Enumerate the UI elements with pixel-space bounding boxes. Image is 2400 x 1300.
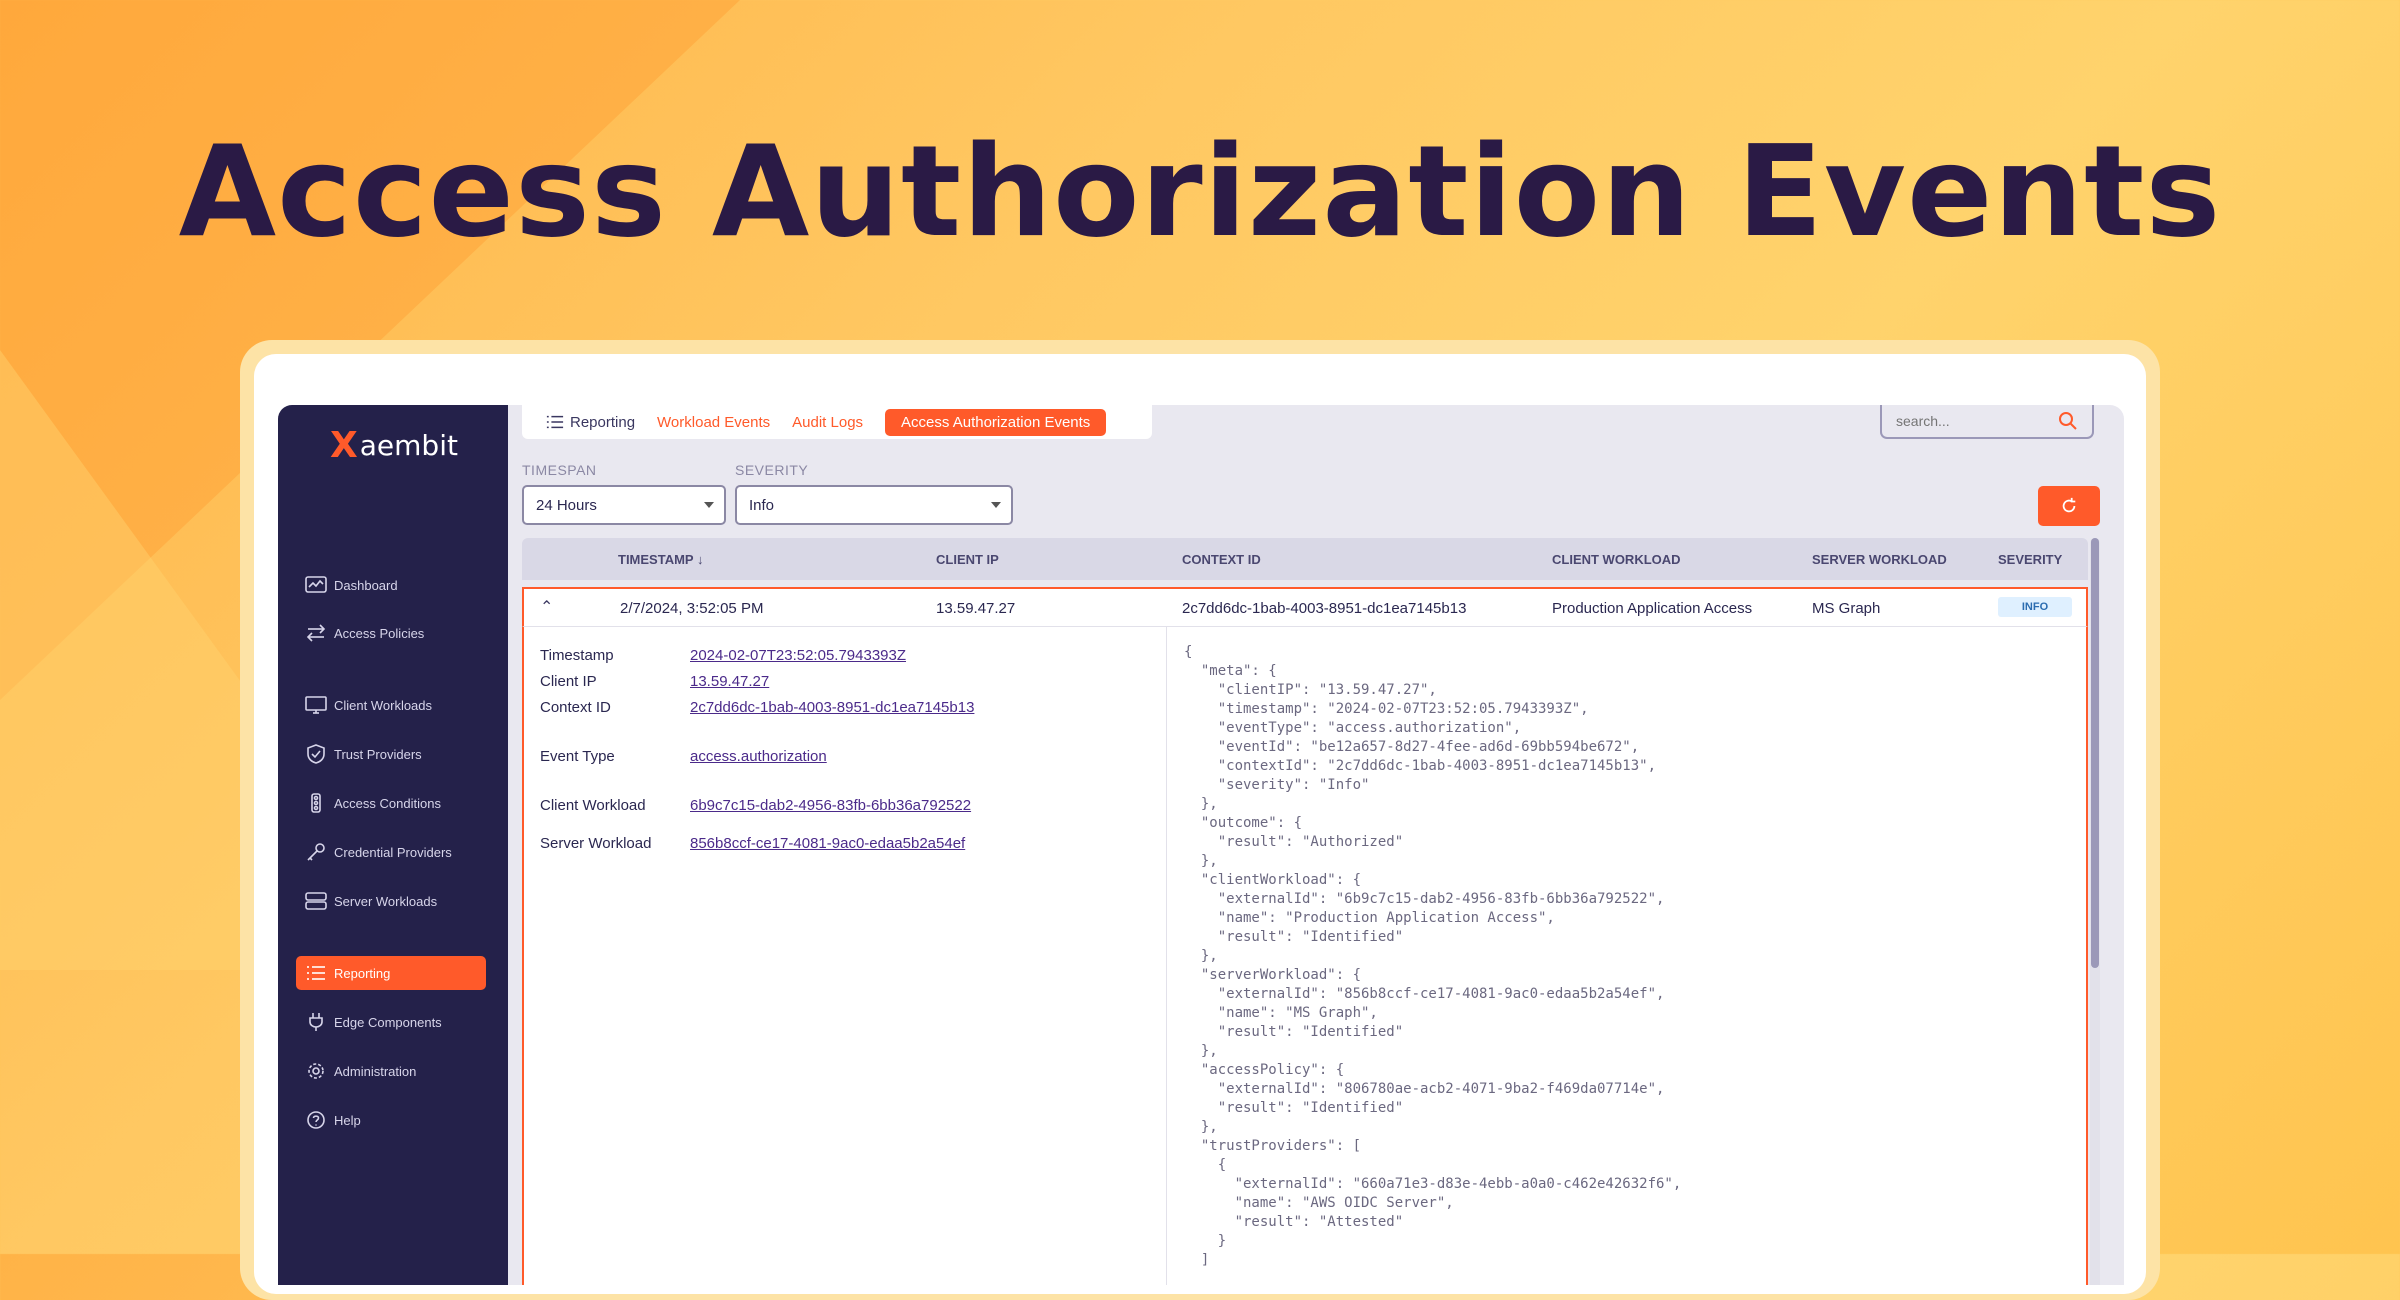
column-header-context-id[interactable]: CONTEXT ID: [1182, 552, 1261, 567]
search-icon[interactable]: [2058, 411, 2078, 431]
severity-select[interactable]: Info: [735, 485, 1013, 525]
detail-label-server-workload: Server Workload: [540, 835, 652, 852]
chevron-down-icon: [704, 502, 714, 508]
sidebar-item-label: Administration: [334, 1063, 417, 1079]
column-header-client-ip[interactable]: CLIENT IP: [936, 552, 999, 567]
search-input[interactable]: [1894, 412, 2058, 430]
severity-label: SEVERITY: [735, 462, 809, 478]
logo-text: aembit: [359, 429, 458, 462]
sort-arrow-icon: ↓: [696, 552, 704, 567]
list-icon: [307, 966, 325, 980]
app-window: X aembit Dashboard Access Policies Clien…: [278, 405, 2124, 1285]
sidebar-item-access-conditions[interactable]: Access Conditions: [296, 786, 486, 820]
tab-workload-events[interactable]: Workload Events: [657, 414, 770, 431]
column-header-severity[interactable]: SEVERITY: [1998, 552, 2062, 567]
refresh-icon: [2062, 497, 2076, 513]
detail-link-context-id[interactable]: 2c7dd6dc-1bab-4003-8951-dc1ea7145b13: [690, 699, 974, 716]
detail-label-context-id: Context ID: [540, 699, 611, 716]
gear-icon: [308, 1063, 324, 1079]
sidebar-item-edge-components[interactable]: Edge Components: [296, 1005, 486, 1039]
search-box: [1880, 405, 2094, 439]
shield-check-icon: [307, 744, 325, 764]
list-icon: [546, 415, 564, 429]
scrollbar-thumb[interactable]: [2091, 538, 2099, 968]
refresh-button[interactable]: [2038, 486, 2100, 526]
help-circle-icon: [307, 1111, 325, 1129]
detail-link-server-workload[interactable]: 856b8ccf-ce17-4081-9ac0-edaa5b2a54ef: [690, 835, 965, 852]
event-detail-panel: Timestamp 2024-02-07T23:52:05.7943393Z C…: [522, 627, 2088, 1285]
table-row[interactable]: ⌃ 2/7/2024, 3:52:05 PM 13.59.47.27 2c7dd…: [522, 587, 2088, 627]
sidebar-item-label: Credential Providers: [334, 844, 452, 860]
chevron-down-icon: [991, 502, 1001, 508]
tab-access-authorization-events[interactable]: Access Authorization Events: [885, 408, 1107, 436]
sidebar-item-label: Trust Providers: [334, 746, 422, 762]
severity-badge: INFO: [1998, 597, 2072, 617]
breadcrumb-label: Reporting: [570, 413, 636, 431]
timespan-value: 24 Hours: [536, 496, 597, 514]
panel-divider: [1166, 627, 1167, 1285]
monitor-icon: [305, 696, 327, 714]
sidebar-item-label: Reporting: [334, 965, 391, 981]
detail-link-timestamp[interactable]: 2024-02-07T23:52:05.7943393Z: [690, 647, 906, 664]
traffic-light-icon: [311, 793, 321, 813]
detail-label-client-ip: Client IP: [540, 673, 597, 690]
detail-label-event-type: Event Type: [540, 748, 615, 765]
tab-audit-logs[interactable]: Audit Logs: [792, 414, 863, 431]
logo[interactable]: X aembit: [330, 425, 458, 466]
cell-client-workload: Production Application Access: [1552, 600, 1753, 617]
arrows-exchange-icon: [306, 624, 326, 642]
sidebar-item-access-policies[interactable]: Access Policies: [296, 616, 486, 650]
detail-link-client-workload[interactable]: 6b9c7c15-dab2-4956-83fb-6bb36a792522: [690, 797, 971, 814]
dashboard-icon: [305, 576, 327, 593]
detail-link-client-ip[interactable]: 13.59.47.27: [690, 673, 769, 690]
column-header-label: TIMESTAMP: [618, 552, 694, 567]
sidebar-item-trust-providers[interactable]: Trust Providers: [296, 737, 486, 771]
page-headline: Access Authorization Events: [178, 118, 2222, 265]
chevron-up-icon[interactable]: ⌃: [540, 597, 553, 617]
detail-label-timestamp: Timestamp: [540, 647, 614, 664]
sidebar: X aembit Dashboard Access Policies Clien…: [278, 405, 508, 1285]
column-header-server-workload[interactable]: SERVER WORKLOAD: [1812, 552, 1947, 567]
cell-context-id: 2c7dd6dc-1bab-4003-8951-dc1ea7145b13: [1182, 600, 1467, 617]
column-header-timestamp[interactable]: TIMESTAMP ↓: [618, 552, 703, 567]
sidebar-item-label: Access Conditions: [334, 795, 441, 811]
sidebar-item-label: Edge Components: [334, 1014, 442, 1030]
sidebar-item-dashboard[interactable]: Dashboard: [296, 568, 486, 602]
breadcrumb[interactable]: Reporting: [544, 413, 635, 431]
detail-link-event-type[interactable]: access.authorization: [690, 748, 827, 765]
sidebar-item-reporting[interactable]: Reporting: [296, 956, 486, 990]
sidebar-item-client-workloads[interactable]: Client Workloads: [296, 688, 486, 722]
sidebar-item-label: Access Policies: [334, 625, 425, 641]
column-header-client-workload[interactable]: CLIENT WORKLOAD: [1552, 552, 1681, 567]
sidebar-item-credential-providers[interactable]: Credential Providers: [296, 835, 486, 869]
sidebar-item-label: Client Workloads: [334, 697, 433, 713]
detail-label-client-workload: Client Workload: [540, 797, 646, 814]
sidebar-item-administration[interactable]: Administration: [296, 1054, 486, 1088]
cell-timestamp: 2/7/2024, 3:52:05 PM: [620, 600, 764, 617]
server-icon: [305, 892, 327, 910]
key-icon: [307, 843, 325, 861]
sidebar-item-help[interactable]: Help: [296, 1103, 486, 1137]
severity-value: Info: [749, 496, 775, 514]
timespan-label: TIMESPAN: [522, 462, 597, 478]
sidebar-item-label: Dashboard: [334, 577, 398, 593]
logo-mark: X: [330, 425, 358, 466]
cell-server-workload: MS Graph: [1812, 600, 1881, 617]
sidebar-item-label: Server Workloads: [334, 893, 438, 909]
sidebar-item-server-workloads[interactable]: Server Workloads: [296, 884, 486, 918]
report-tabs: Reporting Workload Events Audit Logs Acc…: [522, 405, 1152, 439]
timespan-select[interactable]: 24 Hours: [522, 485, 726, 525]
sidebar-item-label: Help: [334, 1112, 361, 1128]
event-json-view: { "meta": { "clientIP": "13.59.47.27", "…: [1184, 644, 1682, 1268]
plug-icon: [309, 1013, 323, 1031]
cell-client-ip: 13.59.47.27: [936, 600, 1016, 617]
table-header: TIMESTAMP ↓ CLIENT IP CONTEXT ID CLIENT …: [522, 538, 2088, 580]
